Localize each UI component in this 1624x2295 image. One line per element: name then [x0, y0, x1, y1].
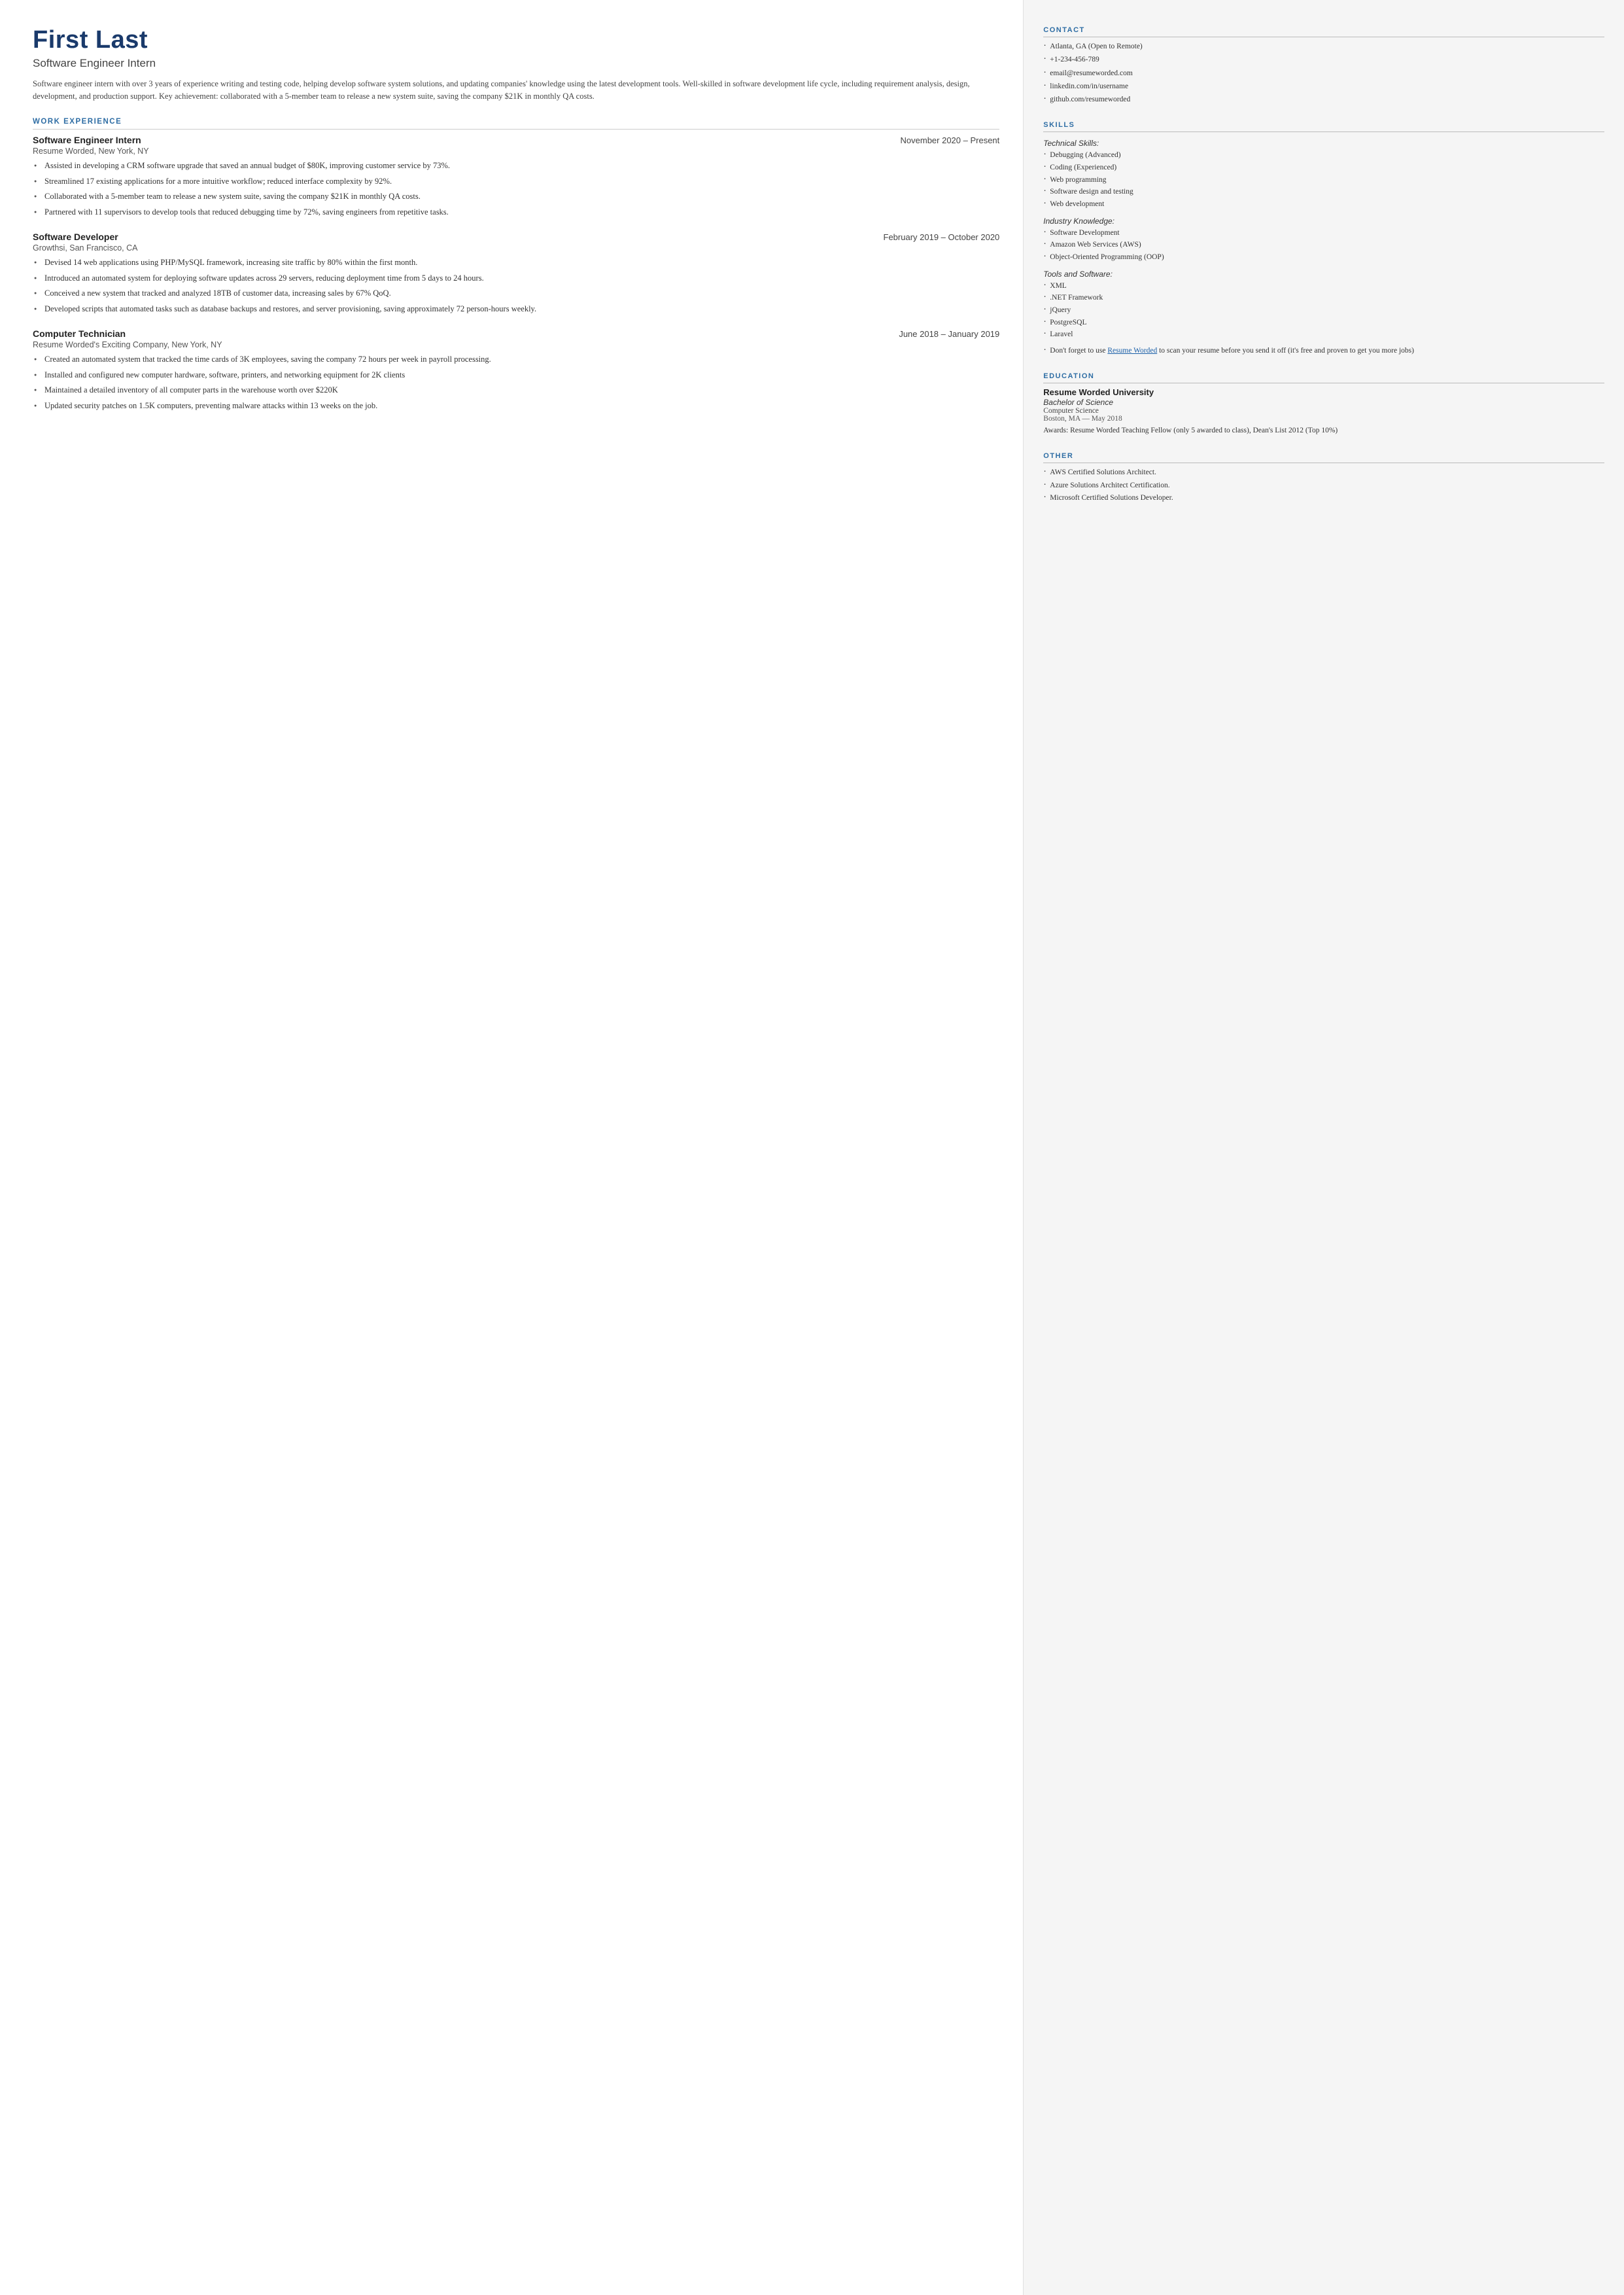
education-section-label: EDUCATION: [1043, 372, 1604, 383]
bullet-1-2: Conceived a new system that tracked and …: [33, 287, 999, 300]
contact-item-1: +1-234-456-789: [1043, 54, 1604, 65]
skill-0-2: Web programming: [1043, 175, 1604, 186]
job-bullets-1: Devised 14 web applications using PHP/My…: [33, 256, 999, 315]
bullet-2-1: Installed and configured new computer ha…: [33, 369, 999, 381]
candidate-title: Software Engineer Intern: [33, 57, 999, 70]
bullet-1-3: Developed scripts that automated tasks s…: [33, 303, 999, 315]
work-experience-section: WORK EXPERIENCE Software Engineer Intern…: [33, 118, 999, 412]
bullet-0-2: Collaborated with a 5-member team to rel…: [33, 190, 999, 203]
skill-1-2: Object-Oriented Programming (OOP): [1043, 252, 1604, 263]
contact-item-2: email@resumeworded.com: [1043, 68, 1604, 79]
job-dates-0: November 2020 – Present: [901, 135, 1000, 145]
job-company-0: Resume Worded, New York, NY: [33, 147, 999, 156]
skills-promo-link[interactable]: Resume Worded: [1107, 347, 1157, 355]
other-item-2: Microsoft Certified Solutions Developer.: [1043, 493, 1604, 504]
skill-2-3: PostgreSQL: [1043, 317, 1604, 328]
contact-section-label: CONTACT: [1043, 26, 1604, 37]
resume-header: First Last Software Engineer Intern Soft…: [33, 26, 999, 103]
skill-2-1: .NET Framework: [1043, 292, 1604, 304]
job-title-2: Computer Technician: [33, 328, 126, 339]
sidebar: CONTACT Atlanta, GA (Open to Remote) +1-…: [1023, 0, 1624, 2295]
skills-list-1: Software Development Amazon Web Services…: [1043, 228, 1604, 263]
skill-2-2: jQuery: [1043, 305, 1604, 316]
job-bullets-2: Created an automated system that tracked…: [33, 353, 999, 412]
bullet-1-1: Introduced an automated system for deplo…: [33, 272, 999, 285]
bullet-0-0: Assisted in developing a CRM software up…: [33, 160, 999, 172]
skills-category-2: Tools and Software:: [1043, 270, 1604, 279]
education-section: EDUCATION Resume Worded University Bache…: [1043, 372, 1604, 436]
job-dates-1: February 2019 – October 2020: [884, 232, 1000, 242]
job-block-0: Software Engineer Intern November 2020 –…: [33, 135, 999, 219]
skill-0-1: Coding (Experienced): [1043, 162, 1604, 173]
other-section-label: OTHER: [1043, 452, 1604, 463]
skill-1-0: Software Development: [1043, 228, 1604, 239]
bullet-2-3: Updated security patches on 1.5K compute…: [33, 400, 999, 412]
edu-awards: Awards: Resume Worded Teaching Fellow (o…: [1043, 425, 1604, 436]
contact-section: CONTACT Atlanta, GA (Open to Remote) +1-…: [1043, 26, 1604, 105]
skill-0-0: Debugging (Advanced): [1043, 150, 1604, 161]
skills-list-0: Debugging (Advanced) Coding (Experienced…: [1043, 150, 1604, 209]
candidate-summary: Software engineer intern with over 3 yea…: [33, 78, 999, 103]
skills-category-1: Industry Knowledge:: [1043, 217, 1604, 226]
main-column: First Last Software Engineer Intern Soft…: [0, 0, 1023, 2295]
contact-item-4: github.com/resumeworded: [1043, 94, 1604, 105]
skills-promo: Don't forget to use Resume Worded to sca…: [1043, 345, 1604, 357]
skills-section: SKILLS Technical Skills: Debugging (Adva…: [1043, 121, 1604, 357]
skill-1-1: Amazon Web Services (AWS): [1043, 239, 1604, 251]
job-header-1: Software Developer February 2019 – Octob…: [33, 232, 999, 242]
edu-field: Computer Science: [1043, 407, 1604, 415]
job-header-2: Computer Technician June 2018 – January …: [33, 328, 999, 339]
bullet-0-1: Streamlined 17 existing applications for…: [33, 175, 999, 188]
edu-school: Resume Worded University: [1043, 387, 1604, 397]
job-title-1: Software Developer: [33, 232, 118, 242]
job-bullets-0: Assisted in developing a CRM software up…: [33, 160, 999, 219]
skills-section-label: SKILLS: [1043, 121, 1604, 132]
skills-list-2: XML .NET Framework jQuery PostgreSQL Lar…: [1043, 281, 1604, 340]
other-section: OTHER AWS Certified Solutions Architect.…: [1043, 452, 1604, 504]
bullet-2-0: Created an automated system that tracked…: [33, 353, 999, 366]
bullet-1-0: Devised 14 web applications using PHP/My…: [33, 256, 999, 269]
candidate-name: First Last: [33, 26, 999, 54]
skill-0-4: Web development: [1043, 199, 1604, 210]
skill-0-3: Software design and testing: [1043, 186, 1604, 198]
job-company-1: Growthsi, San Francisco, CA: [33, 243, 999, 253]
edu-date: Boston, MA — May 2018: [1043, 415, 1604, 423]
job-dates-2: June 2018 – January 2019: [899, 329, 999, 339]
other-item-0: AWS Certified Solutions Architect.: [1043, 467, 1604, 478]
bullet-2-2: Maintained a detailed inventory of all c…: [33, 384, 999, 396]
skills-promo-text: Don't forget to use: [1050, 347, 1107, 355]
contact-list: Atlanta, GA (Open to Remote) +1-234-456-…: [1043, 41, 1604, 105]
skill-2-0: XML: [1043, 281, 1604, 292]
other-list: AWS Certified Solutions Architect. Azure…: [1043, 467, 1604, 504]
job-block-1: Software Developer February 2019 – Octob…: [33, 232, 999, 315]
skills-promo-suffix: to scan your resume before you send it o…: [1157, 347, 1414, 355]
contact-item-0: Atlanta, GA (Open to Remote): [1043, 41, 1604, 52]
job-header-0: Software Engineer Intern November 2020 –…: [33, 135, 999, 145]
job-title-0: Software Engineer Intern: [33, 135, 141, 145]
other-item-1: Azure Solutions Architect Certification.: [1043, 480, 1604, 491]
job-block-2: Computer Technician June 2018 – January …: [33, 328, 999, 412]
skill-2-4: Laravel: [1043, 329, 1604, 340]
work-section-label: WORK EXPERIENCE: [33, 118, 999, 130]
skills-category-0: Technical Skills:: [1043, 139, 1604, 148]
edu-degree: Bachelor of Science: [1043, 398, 1604, 407]
bullet-0-3: Partnered with 11 supervisors to develop…: [33, 206, 999, 219]
contact-item-3: linkedin.com/in/username: [1043, 81, 1604, 92]
job-company-2: Resume Worded's Exciting Company, New Yo…: [33, 340, 999, 349]
